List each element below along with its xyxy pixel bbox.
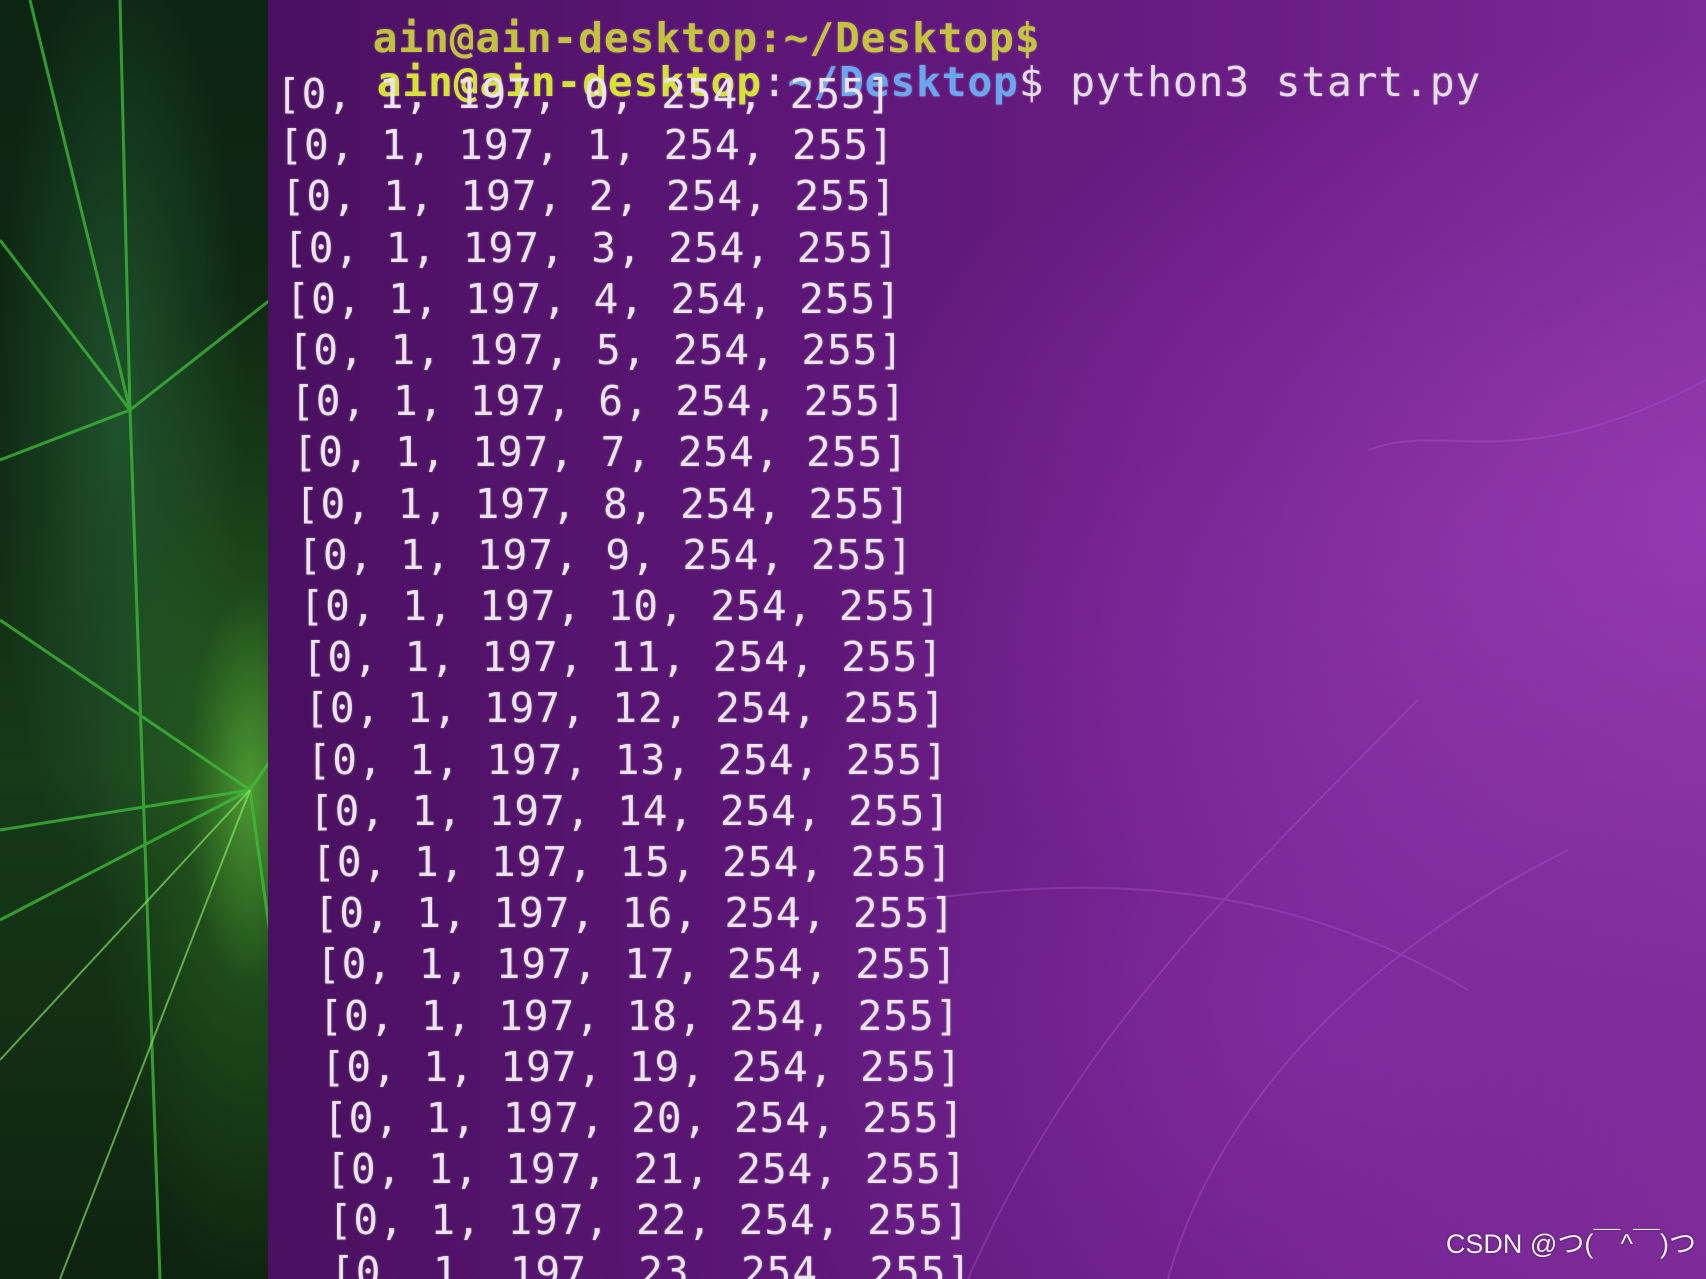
watermark: CSDN @つ(￣^￣)つ: [1445, 1229, 1696, 1259]
output-line: [0, 1, 197, 8, 254, 255]: [294, 479, 912, 528]
output-line: [0, 1, 197, 10, 254, 255]: [299, 582, 942, 630]
output-line: [0, 1, 197, 17, 254, 255]: [315, 940, 959, 989]
output-line: [0, 1, 197, 16, 254, 255]: [313, 889, 956, 938]
output-line: [0, 1, 197, 1, 254, 255]: [278, 121, 895, 170]
output-line: [0, 1, 197, 5, 254, 255]: [287, 326, 905, 374]
output-line: [0, 1, 197, 13, 254, 255]: [306, 735, 949, 784]
prompt-dollar: $: [1018, 58, 1045, 106]
output-line: [0, 1, 197, 3, 254, 255]: [283, 223, 900, 272]
output-line: [0, 1, 197, 14, 254, 255]: [308, 786, 951, 835]
output-line: [0, 1, 197, 22, 254, 255]: [327, 1196, 970, 1245]
output-line: [0, 1, 197, 6, 254, 255]: [290, 377, 907, 426]
output-line: [0, 1, 197, 19, 254, 255]: [320, 1042, 963, 1091]
output-line: [0, 1, 197, 11, 254, 255]: [301, 633, 944, 682]
prompt-command: python3 start.py: [1044, 58, 1482, 106]
output-line: [0, 1, 197, 20, 254, 255]: [323, 1094, 966, 1142]
output-line: [0, 1, 197, 4, 254, 255]: [285, 274, 902, 323]
output-line: [0, 1, 197, 9, 254, 255]: [297, 530, 914, 579]
output-line: [0, 1, 197, 18, 254, 255]: [318, 991, 961, 1040]
output-line: [0, 1, 197, 0, 254, 255]: [276, 70, 893, 118]
output-line: [0, 1, 197, 7, 254, 255]: [292, 428, 909, 477]
output-line: [0, 1, 197, 12, 254, 255]: [304, 684, 947, 733]
output-line: [0, 1, 197, 2, 254, 255]: [280, 172, 898, 221]
photo-of-screen: ain@ain-desktop:~/Desktop$ ain@ain-deskt…: [0, 0, 1706, 1279]
output-line: [0, 1, 197, 15, 254, 255]: [311, 838, 954, 886]
output-line: [0, 1, 197, 23, 254, 255]: [330, 1247, 973, 1279]
output-line: [0, 1, 197, 21, 254, 255]: [325, 1145, 968, 1194]
